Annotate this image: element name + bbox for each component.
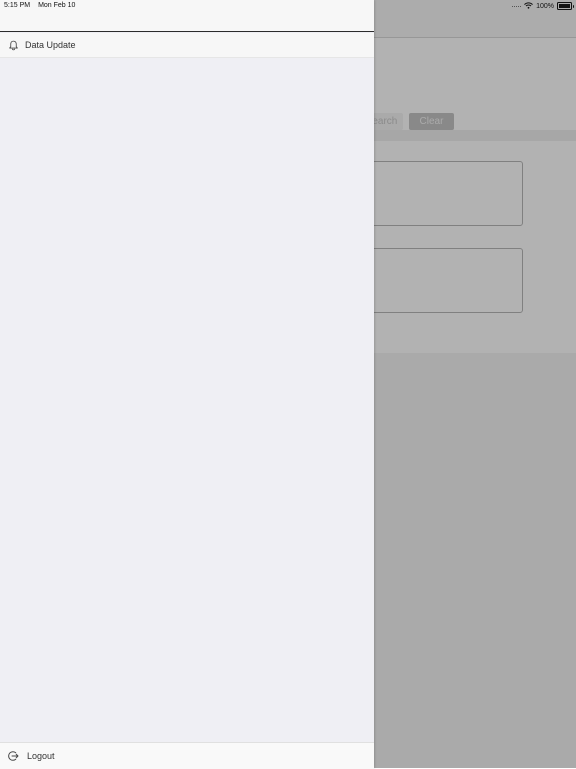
- menu-item-data-update[interactable]: Data Update: [0, 33, 374, 58]
- battery-icon: [557, 2, 574, 10]
- wifi-icon: [524, 1, 533, 11]
- status-time: 5:15 PM: [4, 2, 31, 9]
- side-drawer: 5:15 PM Mon Feb 10 Data Update Logout: [0, 0, 374, 769]
- logout-icon: [7, 750, 19, 762]
- battery-percent: 100%: [536, 2, 554, 10]
- drawer-header: 5:15 PM Mon Feb 10: [0, 0, 374, 32]
- menu-item-label: Data Update: [25, 40, 76, 50]
- cellular-signal-icon: [512, 5, 522, 7]
- logout-label: Logout: [27, 751, 55, 761]
- status-date: Mon Feb 10: [38, 2, 76, 9]
- status-bar-right: 100%: [512, 0, 574, 12]
- bell-icon: [7, 39, 19, 51]
- logout-button[interactable]: Logout: [0, 742, 374, 769]
- status-bar-left: 5:15 PM Mon Feb 10: [4, 1, 75, 11]
